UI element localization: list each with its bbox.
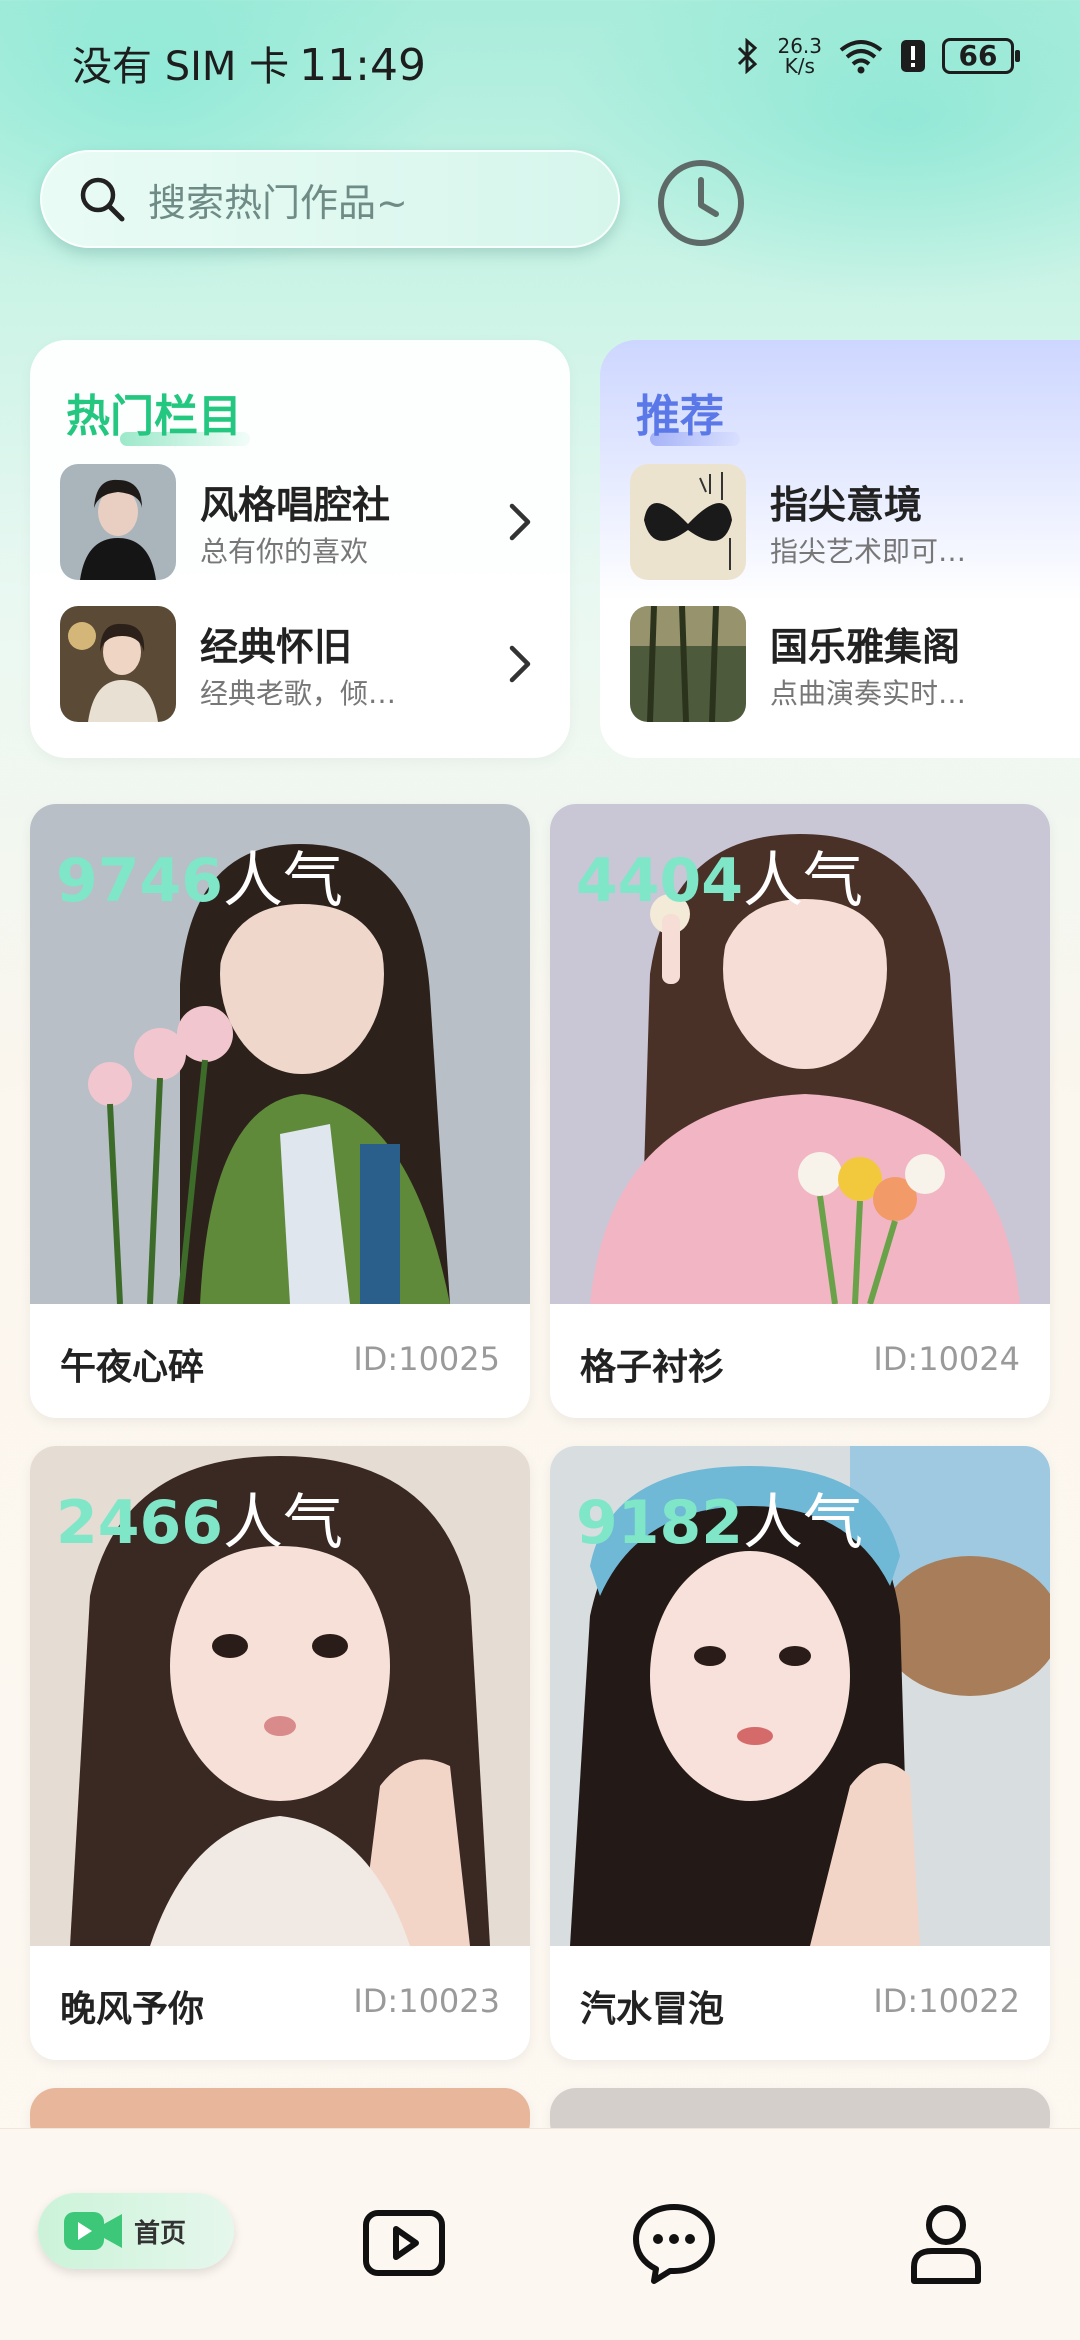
network-speed: 26.3 K/s [777, 36, 822, 76]
status-bar: 没有 SIM 卡 11:49 26.3 K/s 66 [0, 0, 1080, 120]
carrier-text: 没有 SIM 卡 [72, 44, 290, 90]
popularity-count: 9182 [576, 1488, 743, 1558]
hot-item-classic-nostalgia[interactable]: 经典怀旧 经典老歌，倾… [60, 606, 540, 722]
category-name: 经典怀旧 [200, 625, 353, 669]
category-name: 国乐雅集阁 [770, 625, 961, 669]
work-card[interactable]: 9746人气 午夜心碎 ID:10025 [30, 804, 530, 1418]
battery-indicator: 66 [942, 38, 1020, 74]
popularity-label: 9182人气 [576, 1474, 863, 1561]
work-id: ID:10022 [873, 1982, 1020, 2020]
popularity-suffix: 人气 [743, 1488, 863, 1558]
recommend-section-title: 推荐 [636, 391, 724, 442]
popularity-label: 4404人气 [576, 832, 863, 919]
work-card[interactable]: 2466人气 晚风予你 ID:10023 [30, 1446, 530, 2060]
popularity-count: 2466 [56, 1488, 223, 1558]
category-thumbnail [630, 464, 746, 580]
recommend-item-guoyue[interactable]: 国乐雅集阁 点曲演奏实时… [630, 606, 1080, 722]
history-clock-icon[interactable] [656, 158, 746, 248]
recommend-item-fingertip[interactable]: 指尖意境 指尖艺术即可… [630, 464, 1080, 580]
category-subtitle: 经典老歌，倾… [200, 677, 397, 710]
nav-home-button[interactable]: 首页 [38, 2193, 234, 2269]
video-camera-icon [64, 2212, 122, 2250]
popularity-suffix: 人气 [223, 1488, 343, 1558]
category-subtitle: 点曲演奏实时… [770, 677, 967, 710]
wifi-icon [839, 40, 883, 74]
chevron-right-icon [509, 503, 531, 541]
category-name: 指尖意境 [770, 483, 923, 527]
recommend-section-card: 推荐 指尖意境 指尖艺术即可… 国乐雅集阁 点曲演奏实时… [600, 340, 1080, 758]
bluetooth-icon [738, 38, 758, 74]
net-speed-value: 26.3 [777, 34, 822, 58]
category-subtitle: 总有你的喜欢 [200, 535, 369, 568]
work-title: 格子衬衫 [580, 1347, 725, 1388]
category-thumbnail [60, 464, 176, 580]
profile-icon[interactable] [904, 2201, 988, 2285]
video-icon[interactable] [362, 2201, 446, 2285]
net-speed-unit: K/s [784, 54, 815, 78]
work-title: 汽水冒泡 [580, 1989, 725, 2030]
work-card[interactable]: 9182人气 汽水冒泡 ID:10022 [550, 1446, 1050, 2060]
hot-item-style-singing[interactable]: 风格唱腔社 总有你的喜欢 [60, 464, 540, 580]
work-card[interactable]: 4404人气 格子衬衫 ID:10024 [550, 804, 1050, 1418]
clock: 11:49 [299, 40, 426, 91]
category-thumbnail [60, 606, 176, 722]
chevron-right-icon [509, 645, 531, 683]
popularity-label: 9746人气 [56, 832, 343, 919]
alert-icon [901, 40, 925, 72]
work-id: ID:10025 [353, 1340, 500, 1378]
nav-home-label: 首页 [134, 2218, 187, 2249]
popularity-count: 9746 [56, 846, 223, 916]
work-title: 晚风予你 [60, 1989, 205, 2030]
popularity-count: 4404 [576, 846, 743, 916]
work-id: ID:10023 [353, 1982, 500, 2020]
hot-section-card: 热门栏目 风格唱腔社 总有你的喜欢 经典怀旧 经典老歌，倾… [30, 340, 570, 758]
category-name: 风格唱腔社 [200, 483, 391, 527]
bottom-navigation: 首页 [0, 2128, 1080, 2340]
chat-icon[interactable] [632, 2201, 716, 2285]
status-left: 没有 SIM 卡 11:49 [72, 34, 426, 92]
popularity-suffix: 人气 [223, 846, 343, 916]
popularity-suffix: 人气 [743, 846, 863, 916]
search-placeholder: 搜索热门作品~ [148, 180, 408, 225]
work-title: 午夜心碎 [60, 1347, 205, 1388]
search-input[interactable]: 搜索热门作品~ [40, 150, 620, 248]
category-subtitle: 指尖艺术即可… [770, 535, 967, 568]
search-icon [80, 177, 125, 222]
work-id: ID:10024 [873, 1340, 1020, 1378]
popularity-label: 2466人气 [56, 1474, 343, 1561]
hot-section-title: 热门栏目 [66, 391, 242, 442]
category-thumbnail [630, 606, 746, 722]
status-right: 26.3 K/s 66 [735, 36, 1020, 76]
